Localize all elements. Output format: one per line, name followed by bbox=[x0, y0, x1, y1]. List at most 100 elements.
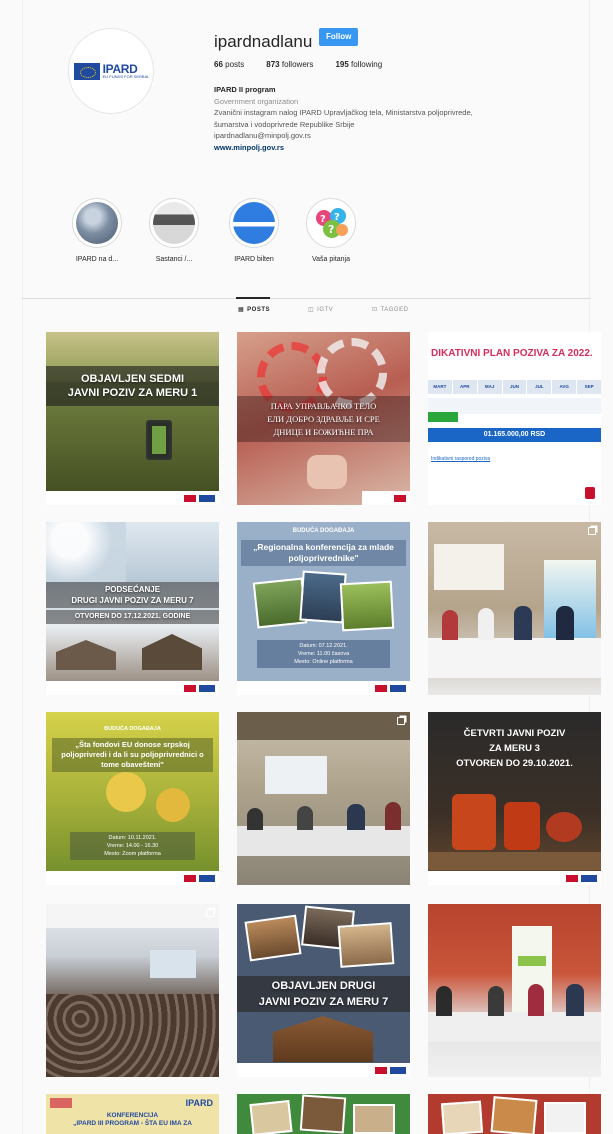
plan-month-cell: SEP bbox=[577, 380, 601, 394]
post-tile-10[interactable] bbox=[46, 904, 219, 1077]
highlight-label: IPARD bilten bbox=[234, 256, 274, 263]
plan-amount: 01.165.000,00 RSD bbox=[428, 428, 601, 442]
projection-screen bbox=[265, 756, 327, 794]
profile-avatar[interactable]: IPARD EU FUNDS FOR SERBIA bbox=[68, 28, 154, 114]
post-tile-4[interactable]: PODSEĆANJE DRUGI JAVNI POZIV ZA MERU 7 OT… bbox=[46, 522, 219, 695]
plan-month-cell: JUN bbox=[502, 380, 527, 394]
highlight-ipard-na-dlanu[interactable]: IPARD na d... bbox=[62, 198, 132, 263]
post-tile-12[interactable] bbox=[428, 904, 601, 1077]
highlight-ipard-bilten[interactable]: IPARD bilten bbox=[219, 198, 289, 263]
active-tab-indicator bbox=[236, 297, 270, 299]
phone-in-hand bbox=[146, 420, 172, 460]
highlight-label: Vaša pitanja bbox=[311, 256, 350, 263]
highlight-label: IPARD na d... bbox=[75, 256, 119, 263]
post-title: ČETVRTI JAVNI POZIV ZA MERU 3 OTVOREN DO 2… bbox=[456, 728, 573, 769]
post-footer-logos bbox=[46, 871, 219, 885]
instagram-profile-page: IPARD EU FUNDS FOR SERBIA ipardnadlanu F… bbox=[0, 0, 613, 1134]
post-tile-3[interactable]: DIKATIVNI PLAN POZIVA ZA 2022. MART APR MA… bbox=[428, 332, 601, 505]
quince-fruit-2 bbox=[156, 788, 190, 822]
post-tile-15[interactable] bbox=[428, 1094, 601, 1134]
event-details: Datum: 10.11.2021. Vreme: 14.00 - 16.30 Me… bbox=[70, 832, 195, 860]
ceiling bbox=[237, 712, 410, 740]
serbia-emblem-icon bbox=[585, 487, 595, 499]
svg-text:?: ? bbox=[320, 214, 326, 225]
wooden-crate bbox=[428, 852, 601, 870]
tab-posts[interactable]: ▦ POSTS bbox=[238, 306, 270, 314]
tab-igtv[interactable]: ◫ IGTV bbox=[308, 306, 333, 314]
photo-1 bbox=[249, 1099, 293, 1134]
panelist-3 bbox=[528, 984, 544, 1016]
projection-screen bbox=[150, 950, 196, 978]
highlight-label: Sastanci /... bbox=[155, 256, 193, 263]
plan-month-cell: AVG bbox=[552, 380, 577, 394]
post-tile-14[interactable] bbox=[237, 1094, 410, 1134]
post-tile-2[interactable]: ПАРА УПРАВЉАЧКО ТЕЛО ЕЛИ ДОБРО ЗДРАВЉЕ И … bbox=[237, 332, 410, 505]
plan-month-cell: MART bbox=[428, 380, 452, 394]
post-footer-logos bbox=[237, 1063, 410, 1077]
profile-bio: IPARD II program Government organization… bbox=[214, 84, 559, 153]
svg-text:?: ? bbox=[334, 212, 340, 223]
profile-stats: 66 posts 873 followers 195 following bbox=[214, 60, 382, 69]
ceiling-lights bbox=[46, 904, 219, 928]
bio-website-link[interactable]: www.minpolj.gov.rs bbox=[214, 142, 559, 154]
panelist bbox=[436, 986, 452, 1016]
profile-username: ipardnadlanu bbox=[214, 32, 313, 51]
igtv-icon: ◫ bbox=[308, 307, 315, 313]
post-footer-logos bbox=[46, 491, 219, 505]
ajvar-jar bbox=[452, 794, 496, 850]
green-truck-icon bbox=[428, 412, 458, 422]
bio-email: ipardnadlanu@minpolj.gov.rs bbox=[214, 131, 311, 140]
followers-count[interactable]: 873 followers bbox=[266, 60, 313, 69]
highlight-vasa-pitanja[interactable]: ? ? ? Vaša pitanja bbox=[296, 198, 366, 263]
photo-3 bbox=[544, 1102, 586, 1134]
event-tag: BUDUĆA DOGAĐAJA bbox=[104, 726, 161, 732]
post-tile-1[interactable]: OBJAVLJEN SEDMI JAVNI POZIV ZA MERU 1 bbox=[46, 332, 219, 505]
post-footer-logos bbox=[362, 491, 410, 505]
village-house bbox=[56, 640, 116, 670]
attendee bbox=[247, 808, 263, 830]
attendee-4 bbox=[385, 802, 401, 830]
logo-sub-text: EU FUNDS FOR SERBIA bbox=[102, 74, 149, 79]
plan-month-cell: APR bbox=[452, 380, 477, 394]
highlight-cover-photo bbox=[153, 202, 195, 244]
post-tile-11[interactable]: OBJAVLJEN DRUGI JAVNI POZIV ZA MERU 7 bbox=[237, 904, 410, 1077]
tag-icon: ⊡ bbox=[372, 307, 378, 313]
post-tile-5[interactable]: BUDUĆA DOGAĐAJA „Regionalna konferencija… bbox=[237, 522, 410, 695]
post-footer-logos bbox=[428, 871, 601, 885]
following-count[interactable]: 195 following bbox=[335, 60, 382, 69]
ipard-logo: IPARD EU FUNDS FOR SERBIA bbox=[73, 62, 149, 80]
conference-table bbox=[428, 638, 601, 678]
peppers bbox=[546, 812, 582, 842]
panelist-2 bbox=[488, 986, 504, 1016]
tab-tagged[interactable]: ⊡ TAGGED bbox=[372, 306, 408, 314]
post-subtitle: OTVOREN DO 17.12.2021. GODINE bbox=[74, 613, 191, 620]
event-title: „Regionalna konferencija za mlade poljop… bbox=[241, 540, 406, 566]
post-tile-9[interactable]: ČETVRTI JAVNI POZIV ZA MERU 3 OTVOREN DO 2… bbox=[428, 712, 601, 885]
question-marks-icon: ? ? ? bbox=[310, 202, 352, 244]
ajvar-jar-2 bbox=[504, 802, 540, 850]
bio-line-2: šumarstva i vodoprivrede Republike Srbij… bbox=[214, 119, 355, 129]
plan-note-link: Indikativni raspored poziva bbox=[431, 456, 491, 462]
follow-button[interactable]: Follow bbox=[319, 28, 359, 46]
post-title: PODSEĆANJE DRUGI JAVNI POZIV ZA MERU 7 bbox=[71, 585, 194, 605]
highlight-sastanci[interactable]: Sastanci /... bbox=[139, 198, 209, 263]
highlight-cover-photo bbox=[76, 202, 118, 244]
svg-text:?: ? bbox=[328, 223, 334, 236]
photo-3 bbox=[353, 1104, 395, 1134]
post-tile-7[interactable]: BUDUĆA DOGAĐAJA „Šta fondovi EU donose s… bbox=[46, 712, 219, 885]
quince-fruit bbox=[106, 772, 146, 812]
speaker-3 bbox=[514, 606, 532, 640]
photo-farmer-1 bbox=[252, 577, 308, 629]
plan-months-row: MART APR MAJ JUN JUL AVG SEP bbox=[428, 380, 601, 394]
event-details: Datum: 07.12.2021. Vreme: 11.00 časova Mes… bbox=[257, 640, 390, 668]
post-tile-6[interactable] bbox=[428, 522, 601, 695]
projection-screen bbox=[434, 544, 504, 590]
post-tile-8[interactable] bbox=[237, 712, 410, 885]
village-house-2 bbox=[142, 634, 202, 670]
post-tile-13[interactable]: IPARD KONFERENCIJA „IPARD III PROGRAM - Š… bbox=[46, 1094, 219, 1134]
event-title: „Šta fondovi EU donose srpskoj poljopriv… bbox=[52, 738, 213, 772]
plan-month-cell: MAJ bbox=[477, 380, 502, 394]
audience bbox=[46, 994, 219, 1077]
speaker-4 bbox=[556, 606, 574, 640]
hands bbox=[307, 455, 347, 489]
